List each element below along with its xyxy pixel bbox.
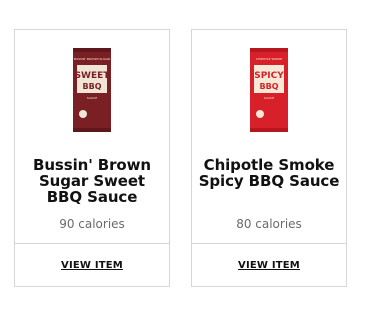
packet-word-1: SPICY <box>254 71 284 81</box>
product-card: BUSSIN' BROWN SUGAR SWEET BBQ SAUCE Buss… <box>14 29 170 287</box>
logo-badge-icon <box>79 110 87 118</box>
sauce-packet-image[interactable]: BUSSIN' BROWN SUGAR SWEET BBQ SAUCE <box>72 48 112 132</box>
product-calories: 80 calories <box>236 217 302 231</box>
sauce-packet-image[interactable]: CHIPOTLE SMOKE SPICY BBQ SAUCE <box>249 48 289 132</box>
product-name: Bussin' Brown Sugar Sweet BBQ Sauce <box>33 156 151 206</box>
product-card: CHIPOTLE SMOKE SPICY BBQ SAUCE Chipotle … <box>191 29 347 287</box>
packet-word-2: BBQ <box>260 82 279 91</box>
view-item-link[interactable]: VIEW ITEM <box>192 244 346 286</box>
view-item-link[interactable]: VIEW ITEM <box>15 244 169 286</box>
packet-small-text: SAUCE <box>264 96 274 100</box>
packet-top-text: CHIPOTLE SMOKE <box>256 57 283 61</box>
product-calories: 90 calories <box>59 217 125 231</box>
logo-badge-icon <box>256 110 264 118</box>
packet-top-text: BUSSIN' BROWN SUGAR <box>74 57 110 61</box>
packet-word-1: SWEET <box>75 71 111 81</box>
product-name: Chipotle Smoke Spicy BBQ Sauce <box>198 156 340 190</box>
packet-small-text: SAUCE <box>87 96 97 100</box>
packet-word-2: BBQ <box>83 82 102 91</box>
